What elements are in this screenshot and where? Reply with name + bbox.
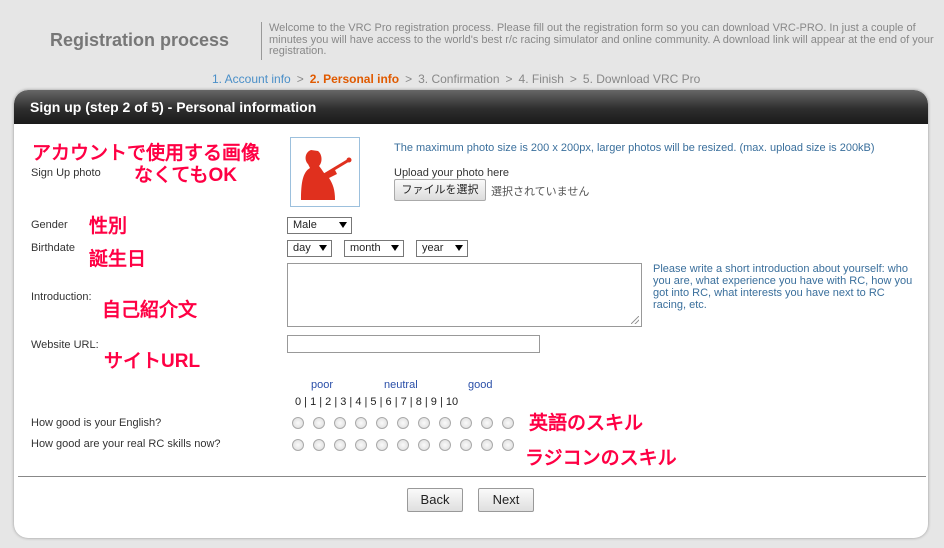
step-account-info[interactable]: 1. Account info	[212, 72, 291, 86]
scale-poor-label: poor	[311, 379, 334, 391]
introduction-hint: Please write a short introduction about …	[653, 263, 913, 311]
scale-good-label: good	[468, 379, 493, 391]
english-radio-3[interactable]	[355, 417, 367, 429]
step-download: 5. Download VRC Pro	[582, 72, 701, 86]
signup-card: Sign up (step 2 of 5) - Personal informa…	[14, 90, 928, 538]
birthdate-label: Birthdate	[31, 242, 76, 254]
birthdate-annotation: 誕生日	[89, 249, 147, 270]
introduction-textarea[interactable]	[287, 263, 642, 327]
rc-radio-10[interactable]	[502, 439, 514, 451]
choose-file-button[interactable]: ファイルを選択	[394, 179, 486, 201]
back-button[interactable]: Back	[407, 488, 463, 512]
default-driver-avatar-icon	[294, 141, 356, 203]
website-url-input[interactable]	[287, 335, 540, 353]
english-radio-0[interactable]	[292, 417, 304, 429]
photo-size-info: The maximum photo size is 200 x 200px, l…	[394, 142, 875, 154]
rc-skill-radio-group	[292, 439, 522, 451]
chevron-down-icon	[391, 245, 399, 251]
english-radio-2[interactable]	[334, 417, 346, 429]
rc-radio-9[interactable]	[481, 439, 493, 451]
birth-month-select[interactable]: month	[344, 240, 404, 257]
step-separator: >	[405, 72, 413, 86]
step-separator: >	[505, 72, 513, 86]
english-radio-8[interactable]	[460, 417, 472, 429]
rc-radio-7[interactable]	[439, 439, 451, 451]
english-radio-1[interactable]	[313, 417, 325, 429]
page-title: Registration process	[50, 30, 230, 50]
resize-grip-icon[interactable]	[631, 316, 639, 324]
chevron-down-icon	[319, 245, 327, 251]
chevron-down-icon	[339, 222, 347, 228]
gender-select[interactable]: Male	[287, 217, 352, 234]
upload-label: Upload your photo here	[394, 167, 509, 179]
rc-radio-1[interactable]	[313, 439, 325, 451]
gender-value: Male	[293, 219, 317, 231]
gender-annotation: 性別	[89, 216, 128, 237]
birth-year-value: year	[422, 242, 444, 254]
rc-radio-8[interactable]	[460, 439, 472, 451]
introduction-annotation: 自己紹介文	[102, 300, 198, 321]
website-label: Website URL:	[31, 339, 99, 351]
rc-skill-label: How good are your real RC skills now?	[31, 438, 221, 450]
english-radio-6[interactable]	[418, 417, 430, 429]
chevron-down-icon	[455, 245, 463, 251]
file-status: 選択されていません	[491, 186, 590, 198]
scale-numbers: 0 | 1 | 2 | 3 | 4 | 5 | 6 | 7 | 8 | 9 | …	[295, 396, 459, 408]
step-finish: 4. Finish	[518, 72, 564, 86]
rc-skill-annotation: ラジコンのスキル	[525, 448, 677, 469]
rc-radio-5[interactable]	[397, 439, 409, 451]
rc-radio-2[interactable]	[334, 439, 346, 451]
website-annotation: サイトURL	[104, 351, 201, 372]
english-skill-radio-group	[292, 417, 522, 429]
birth-day-value: day	[293, 242, 311, 254]
step-personal-info: 2. Personal info	[309, 72, 400, 86]
birth-year-select[interactable]: year	[416, 240, 468, 257]
header-divider	[261, 22, 262, 60]
english-skill-annotation: 英語のスキル	[529, 413, 644, 434]
step-confirmation: 3. Confirmation	[418, 72, 500, 86]
english-radio-10[interactable]	[502, 417, 514, 429]
step-separator: >	[296, 72, 304, 86]
english-radio-5[interactable]	[397, 417, 409, 429]
birth-month-value: month	[350, 242, 381, 254]
english-radio-4[interactable]	[376, 417, 388, 429]
birth-day-select[interactable]: day	[287, 240, 332, 257]
card-header-bar: Sign up (step 2 of 5) - Personal informa…	[14, 90, 928, 124]
english-radio-7[interactable]	[439, 417, 451, 429]
english-radio-9[interactable]	[481, 417, 493, 429]
scale-neutral-label: neutral	[384, 379, 418, 391]
gender-label: Gender	[31, 219, 68, 231]
next-button[interactable]: Next	[478, 488, 534, 512]
introduction-label: Introduction:	[31, 291, 92, 303]
photo-label: Sign Up photo	[31, 167, 101, 179]
rc-radio-0[interactable]	[292, 439, 304, 451]
welcome-text: Welcome to the VRC Pro registration proc…	[269, 22, 934, 57]
english-skill-label: How good is your English?	[31, 417, 162, 429]
step-separator: >	[569, 72, 577, 86]
photo-annotation-2: なくてもOK	[134, 165, 237, 186]
photo-preview	[290, 137, 360, 207]
card-title: Sign up (step 2 of 5) - Personal informa…	[30, 99, 317, 115]
rc-radio-4[interactable]	[376, 439, 388, 451]
rc-radio-6[interactable]	[418, 439, 430, 451]
footer-divider	[18, 476, 926, 477]
step-breadcrumb: 1. Account info >2. Personal info >3. Conf…	[212, 72, 700, 86]
rc-radio-3[interactable]	[355, 439, 367, 451]
